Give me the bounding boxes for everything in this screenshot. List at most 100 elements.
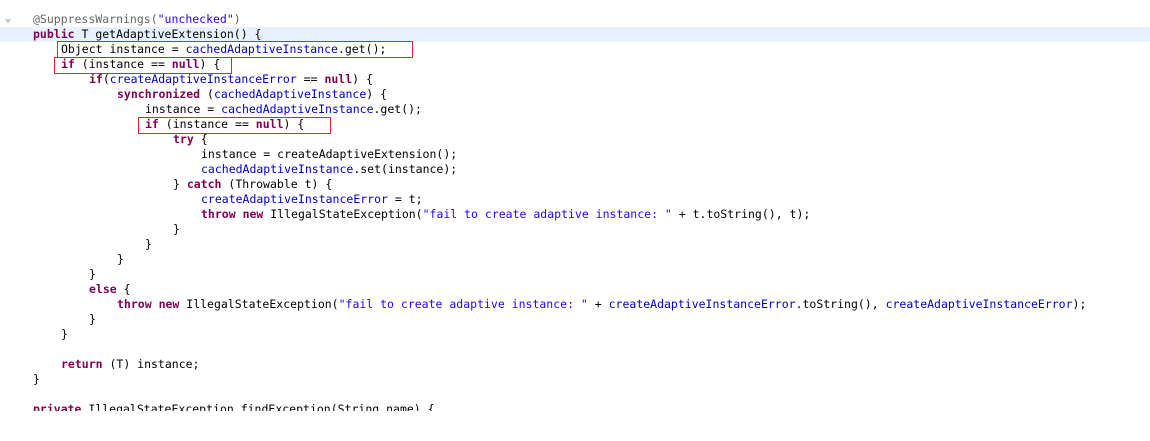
code-token: } xyxy=(173,222,180,236)
code-token: ( xyxy=(200,87,214,101)
code-token: ) xyxy=(233,12,241,26)
code-token: IllegalStateException( xyxy=(263,207,423,221)
code-token: == xyxy=(296,72,325,86)
code-token: instance = createAdaptiveExtension(); xyxy=(201,147,458,161)
code-line-text: try { xyxy=(173,132,208,147)
code-token: "unchecked" xyxy=(157,12,234,26)
code-token: public xyxy=(33,27,75,41)
code-token: private xyxy=(33,403,82,411)
code-line[interactable]: } xyxy=(0,222,1150,237)
code-line-text: instance = createAdaptiveExtension(); xyxy=(201,147,457,162)
code-token: ) { xyxy=(366,87,388,101)
annotation-box-object-instance xyxy=(57,41,413,58)
code-token: } xyxy=(117,252,124,266)
code-line[interactable]: createAdaptiveInstanceError = t; xyxy=(0,192,1150,207)
annotation-box-if-instance-null xyxy=(54,57,232,74)
annotation-box-inner-if-instance-null xyxy=(138,117,331,134)
code-line-text: @SuppressWarnings("unchecked") xyxy=(33,12,241,27)
code-token: throw xyxy=(201,207,236,221)
code-line[interactable]: @SuppressWarnings("unchecked") xyxy=(0,12,1150,27)
code-line-text: cachedAdaptiveInstance.set(instance); xyxy=(201,162,457,177)
code-token: else xyxy=(89,282,117,296)
code-line-text: } xyxy=(61,327,68,342)
code-token: new xyxy=(242,207,264,221)
code-token: synchronized xyxy=(117,87,201,101)
code-line[interactable]: } xyxy=(0,237,1150,252)
code-token: (T) instance; xyxy=(102,357,200,371)
code-token: cachedAdaptiveInstance xyxy=(221,102,374,116)
code-token: { xyxy=(116,282,131,296)
code-token: { xyxy=(193,132,208,146)
code-line[interactable]: else { xyxy=(0,282,1150,297)
code-token: throw xyxy=(117,297,152,311)
code-token: ) { xyxy=(352,72,373,86)
code-token: .toString(), xyxy=(795,297,886,311)
code-line[interactable]: private IllegalStateException findExcept… xyxy=(0,403,1150,411)
code-line[interactable]: try { xyxy=(0,132,1150,147)
code-token: try xyxy=(173,132,194,146)
code-token: .set(instance); xyxy=(353,162,458,176)
code-line[interactable]: } xyxy=(0,372,1150,387)
code-line[interactable] xyxy=(0,387,1150,402)
code-line-text: } xyxy=(145,237,152,252)
code-token: ( xyxy=(102,72,110,86)
code-token: .get(); xyxy=(373,102,422,116)
code-token: catch xyxy=(186,177,222,191)
code-line[interactable]: public T getAdaptiveExtension() { xyxy=(0,27,1150,42)
code-token: } xyxy=(61,327,68,341)
code-line-text: if(createAdaptiveInstanceError == null) … xyxy=(89,72,373,87)
code-line-text: else { xyxy=(89,282,131,297)
code-line[interactable]: } xyxy=(0,327,1150,342)
code-line[interactable]: cachedAdaptiveInstance.set(instance); xyxy=(0,162,1150,177)
code-line[interactable]: } xyxy=(0,267,1150,282)
code-line-text: throw new IllegalStateException("fail to… xyxy=(117,297,1086,312)
code-line-text: } xyxy=(33,372,40,387)
code-token: IllegalStateException findException(Stri… xyxy=(81,403,435,411)
code-line[interactable] xyxy=(0,342,1150,357)
code-token: instance = xyxy=(145,102,222,116)
code-token: } xyxy=(145,237,152,251)
code-token: @SuppressWarnings( xyxy=(33,12,158,26)
code-line-text: throw new IllegalStateException("fail to… xyxy=(201,207,810,222)
code-token: } xyxy=(89,267,96,281)
code-line[interactable]: instance = cachedAdaptiveInstance.get(); xyxy=(0,102,1150,117)
code-token: createAdaptiveInstanceError xyxy=(109,72,297,86)
code-line[interactable]: } catch (Throwable t) { xyxy=(0,177,1150,192)
code-token: null xyxy=(324,72,353,86)
code-line-text: instance = cachedAdaptiveInstance.get(); xyxy=(145,102,422,117)
code-line[interactable]: throw new IllegalStateException("fail to… xyxy=(0,297,1150,312)
code-token: } xyxy=(89,312,96,326)
code-token: cachedAdaptiveInstance xyxy=(201,162,354,176)
code-line[interactable]: throw new IllegalStateException("fail to… xyxy=(0,207,1150,222)
code-line-text: return (T) instance; xyxy=(61,357,199,372)
code-token: } xyxy=(33,372,40,386)
code-line[interactable]: synchronized (cachedAdaptiveInstance) { xyxy=(0,87,1150,102)
code-token: createAdaptiveInstanceError xyxy=(201,192,388,206)
code-token: return xyxy=(61,357,103,371)
code-token: if xyxy=(89,72,103,86)
code-line[interactable]: } xyxy=(0,312,1150,327)
code-token: + t.toString(), t); xyxy=(671,207,811,221)
code-line[interactable]: instance = createAdaptiveExtension(); xyxy=(0,147,1150,162)
code-line[interactable]: if(createAdaptiveInstanceError == null) … xyxy=(0,72,1150,87)
code-line[interactable]: return (T) instance; xyxy=(0,357,1150,372)
code-token: "fail to create adaptive instance: " xyxy=(338,297,588,311)
code-line[interactable]: } xyxy=(0,252,1150,267)
code-token: cachedAdaptiveInstance xyxy=(213,87,367,101)
code-line-text: } xyxy=(117,252,124,267)
cut-off-code-line: private IllegalStateException findExcept… xyxy=(0,403,1150,411)
code-token: "fail to create adaptive instance: " xyxy=(422,207,672,221)
code-token: = t; xyxy=(387,192,423,206)
code-token: IllegalStateException( xyxy=(179,297,339,311)
code-token: createAdaptiveInstanceError xyxy=(608,297,796,311)
code-token: (Throwable t) { xyxy=(221,177,333,191)
code-line-text: } xyxy=(89,312,96,327)
code-line-text: } xyxy=(89,267,96,282)
code-token: createAdaptiveInstanceError xyxy=(885,297,1073,311)
code-line-text: private IllegalStateException findExcept… xyxy=(33,403,435,411)
code-token: + xyxy=(587,297,609,311)
code-token: ); xyxy=(1072,297,1087,311)
code-line-text: createAdaptiveInstanceError = t; xyxy=(201,192,423,207)
